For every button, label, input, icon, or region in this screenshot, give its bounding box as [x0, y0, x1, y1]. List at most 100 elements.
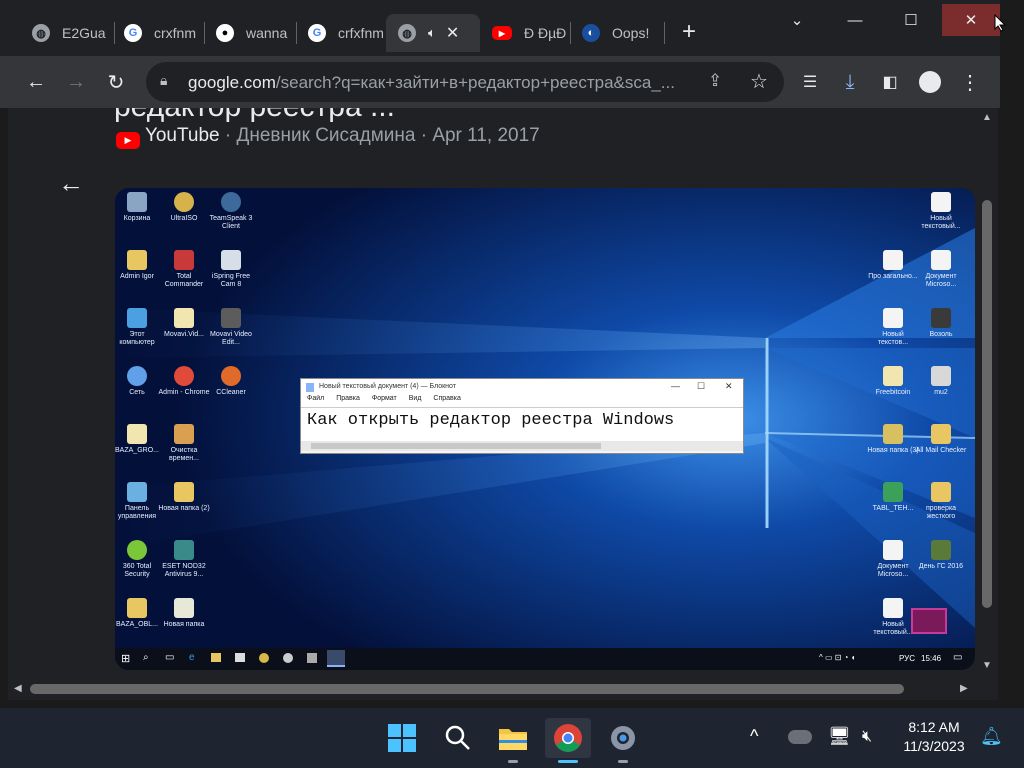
- share-icon[interactable]: ⇪: [708, 71, 722, 91]
- desktop-icon[interactable]: Admin Igor: [115, 250, 163, 281]
- media-control-button[interactable]: ☰: [796, 68, 824, 96]
- volume-muted-icon[interactable]: 🔇︎: [862, 728, 872, 746]
- vertical-scroll-thumb[interactable]: [982, 200, 992, 608]
- url-host: google.com: [188, 73, 276, 92]
- scroll-right-icon[interactable]: ▶: [960, 683, 968, 694]
- onedrive-icon[interactable]: [788, 730, 812, 744]
- desktop-icon[interactable]: TABL_TEH...: [867, 482, 919, 513]
- vertical-scrollbar[interactable]: ▲ ▼: [978, 108, 998, 678]
- desktop-icon[interactable]: TeamSpeak 3 Client: [205, 192, 257, 231]
- desktop-icon[interactable]: 360 Total Security: [115, 540, 163, 579]
- notepad-taskbar-icon: [327, 650, 345, 667]
- settings-taskbar-button[interactable]: [603, 718, 643, 758]
- profile-button[interactable]: [916, 68, 944, 96]
- gear-icon: [611, 726, 635, 750]
- tab-1[interactable]: ◍ E2Gua: [20, 14, 112, 52]
- desktop-icon[interactable]: Новый текстовый...: [915, 192, 967, 231]
- desktop-icon[interactable]: Документ Microso...: [867, 540, 919, 579]
- folder-icon: [499, 729, 527, 750]
- notepad-menu-item: Справка: [433, 395, 461, 402]
- desktop-icon[interactable]: Панель управления: [115, 482, 163, 521]
- desktop-icon[interactable]: Сеть: [115, 366, 163, 397]
- desktop-icon[interactable]: BAZA_OBL...: [115, 598, 163, 629]
- tab-4[interactable]: G crfxfnm: [296, 14, 388, 52]
- back-button[interactable]: ←: [22, 68, 50, 96]
- back-arrow-button[interactable]: ←: [58, 168, 84, 199]
- desktop-icon[interactable]: Movavi.Vid...: [158, 308, 210, 339]
- tab-2[interactable]: G crxfnm: [112, 14, 204, 52]
- video-thumbnail[interactable]: Корзина UltraISO TeamSpeak 3 Client Admi…: [115, 188, 975, 670]
- menu-button[interactable]: ⋮: [956, 68, 984, 96]
- horizontal-scroll-thumb[interactable]: [30, 684, 904, 694]
- desktop-icon[interactable]: Total Commander: [158, 250, 210, 289]
- desktop-icon[interactable]: Movavi Video Edit...: [205, 308, 257, 347]
- downloads-button[interactable]: ⤓: [836, 68, 864, 96]
- tab-label: E2Gua: [62, 25, 106, 41]
- desktop-icon[interactable]: Возоль: [915, 308, 967, 339]
- desktop-icon[interactable]: iSpring Free Cam 8: [205, 250, 257, 289]
- start-button[interactable]: [382, 718, 422, 758]
- tab-7[interactable]: ◐ Oops!: [570, 14, 662, 52]
- new-tab-button[interactable]: +: [676, 20, 702, 46]
- desktop-icon[interactable]: mu2: [915, 366, 967, 397]
- tab-search-button[interactable]: ⌄: [774, 4, 820, 36]
- scroll-left-icon[interactable]: ◀: [14, 683, 22, 694]
- arrow-left-icon: ←: [58, 168, 84, 198]
- desktop-icon[interactable]: UltraISO: [158, 192, 210, 223]
- desktop-icon[interactable]: Новый текстов...: [867, 308, 919, 347]
- maximize-icon: ☐: [904, 12, 918, 29]
- source-name[interactable]: YouTube: [145, 125, 220, 146]
- scroll-up-icon[interactable]: ▲: [982, 112, 992, 123]
- desktop-icon[interactable]: Очистка времен...: [158, 424, 210, 463]
- address-bar[interactable]: 🔒︎ google.com/search?q=как+зайти+в+редак…: [146, 62, 784, 102]
- desktop-icon[interactable]: BAZA_GRO...: [115, 424, 163, 455]
- tab-label: Ð ÐµÐ: [524, 25, 567, 41]
- forward-button[interactable]: →: [62, 68, 90, 96]
- result-title[interactable]: редактор реестра ...: [114, 108, 395, 124]
- desktop-icon[interactable]: CCleaner: [205, 366, 257, 397]
- url-text[interactable]: google.com/search?q=как+зайти+в+редактор…: [188, 73, 708, 93]
- close-window-button[interactable]: ✕: [942, 4, 1000, 36]
- speaker-icon[interactable]: 🔈︎: [428, 25, 436, 41]
- desktop-icon-label: TeamSpeak 3 Client: [209, 215, 253, 230]
- desktop-icon[interactable]: Про загально...: [867, 250, 919, 281]
- desktop-icon-label: Новый текстовый...: [921, 215, 961, 230]
- download-icon: ⤓: [845, 70, 855, 93]
- desktop-icon[interactable]: Freebitcoin: [867, 366, 919, 397]
- chrome-taskbar-button[interactable]: [545, 718, 591, 758]
- notepad-icon: [306, 383, 314, 392]
- network-icon[interactable]: 🖥︎: [828, 726, 851, 747]
- notepad-hscroll: [301, 441, 743, 451]
- horizontal-scrollbar[interactable]: ◀ ▶: [8, 678, 978, 700]
- desktop-icon[interactable]: проверка жесткого: [915, 482, 967, 521]
- desktop-icon[interactable]: Этот компьютер: [115, 308, 163, 347]
- maximize-button[interactable]: ☐: [888, 4, 934, 36]
- desktop-icon[interactable]: Корзина: [115, 192, 163, 223]
- desktop-icon[interactable]: Новая папка: [158, 598, 210, 629]
- file-explorer-button[interactable]: [493, 718, 533, 758]
- bookmark-star-icon[interactable]: ☆: [750, 69, 768, 94]
- notification-bell-icon[interactable]: 🔔︎: [980, 726, 1003, 747]
- reload-button[interactable]: ↻: [102, 68, 130, 96]
- tab-close-icon[interactable]: ✕: [446, 23, 459, 43]
- taskbar-search-button[interactable]: [438, 718, 478, 758]
- lock-icon: 🔒︎: [160, 72, 168, 88]
- desktop-icon[interactable]: ESET NOD32 Antivirus 9...: [158, 540, 210, 579]
- desktop-icon-label: Новый текстовый...: [873, 621, 913, 636]
- desktop-icon[interactable]: All Mail Checker: [915, 424, 967, 455]
- tab-5-active[interactable]: ◍ 🔈︎ ✕: [386, 14, 480, 52]
- desktop-icon[interactable]: Новая папка (2): [158, 482, 210, 513]
- minimize-button[interactable]: —: [832, 4, 878, 36]
- tab-3[interactable]: ● wanna: [204, 14, 296, 52]
- desktop-icon[interactable]: Новая папка (3): [867, 424, 919, 455]
- desktop-icon[interactable]: День ГС 2016: [915, 540, 967, 571]
- scroll-down-icon[interactable]: ▼: [982, 660, 992, 671]
- desktop-icon[interactable]: Документ Microso...: [915, 250, 967, 289]
- desktop-icon[interactable]: Admin - Chrome: [158, 366, 210, 397]
- notepad-menubar: Файл Правка Формат Вид Справка: [301, 395, 743, 407]
- desktop-icon-label: Новая папка: [163, 621, 205, 628]
- tab-6[interactable]: ▶ Ð ÐµÐ: [480, 14, 570, 52]
- show-hidden-icons-button[interactable]: ^: [750, 726, 758, 747]
- clock[interactable]: 8:12 AM 11/3/2023: [896, 718, 972, 756]
- side-panel-button[interactable]: ◧: [876, 68, 904, 96]
